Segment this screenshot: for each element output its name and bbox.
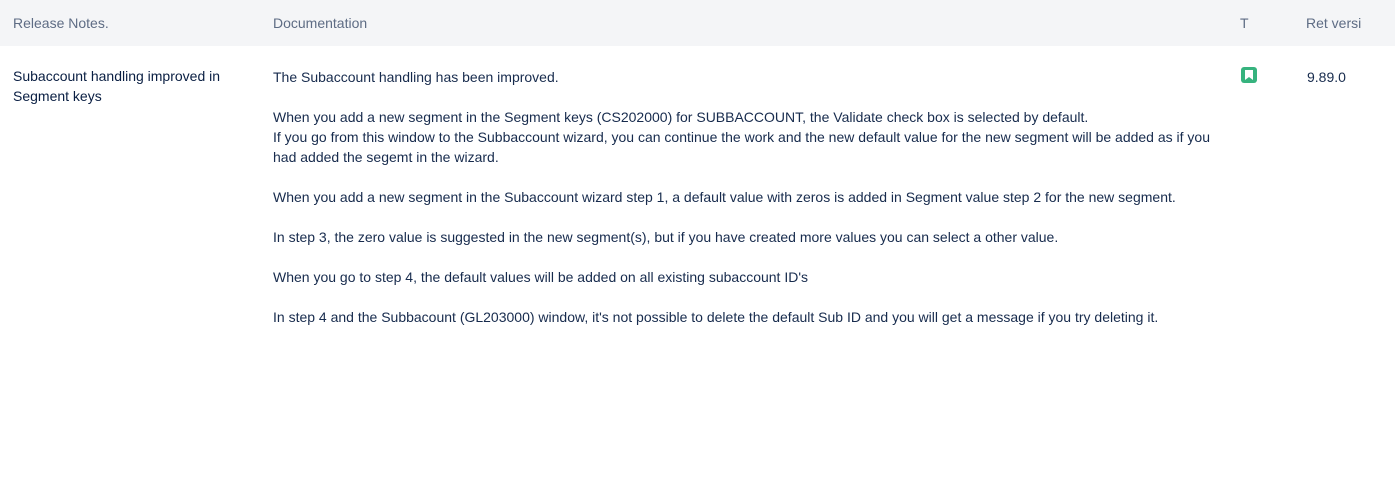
doc-paragraph: In step 4 and the Subbacount (GL203000) … <box>273 309 1159 325</box>
doc-paragraph: When you go to step 4, the default value… <box>273 269 809 285</box>
doc-paragraph: In step 3, the zero value is suggested i… <box>273 229 1059 245</box>
doc-paragraph: The Subaccount handling has been improve… <box>273 69 559 85</box>
table-row[interactable]: Subaccount handling improved in Segment … <box>0 46 1395 499</box>
column-header-type[interactable]: T <box>1240 0 1280 46</box>
table-header-row: Release Notes. Documentation T Ret versi <box>0 0 1395 46</box>
doc-line: When you add a new segment in the Segmen… <box>273 109 1089 125</box>
column-header-version[interactable]: Ret versi <box>1306 0 1395 46</box>
bookmark-icon <box>1245 70 1253 80</box>
column-header-documentation[interactable]: Documentation <box>273 0 1173 46</box>
documentation-cell: The Subaccount handling has been improve… <box>273 67 1223 347</box>
doc-paragraph: When you add a new segment in the Segmen… <box>273 107 1223 167</box>
doc-line: If you go from this window to the Subbac… <box>273 129 1210 165</box>
release-note-title[interactable]: Subaccount handling improved in Segment … <box>13 66 253 106</box>
doc-paragraph: When you add a new segment in the Subacc… <box>273 189 1176 205</box>
issue-type-badge <box>1241 67 1257 83</box>
column-header-release-notes[interactable]: Release Notes. <box>13 0 253 46</box>
release-notes-table: Release Notes. Documentation T Ret versi… <box>0 0 1395 499</box>
release-version: 9.89.0 <box>1307 69 1346 85</box>
